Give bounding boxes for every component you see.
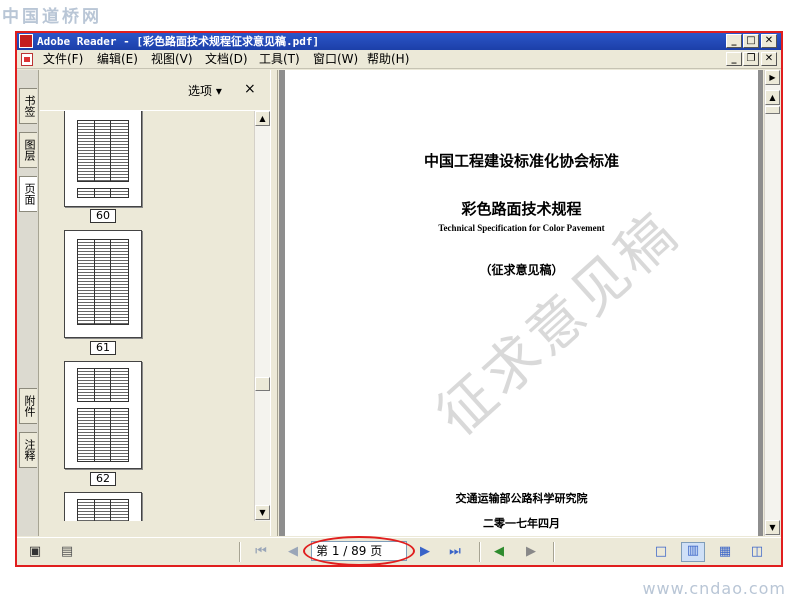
document-subtitle: Technical Specification for Color Paveme…: [438, 223, 605, 233]
chevron-down-icon: ▾: [215, 84, 222, 98]
doc-minimize-button[interactable]: _: [726, 52, 742, 66]
thumbnail-table: [77, 408, 129, 462]
draft-note: （征求意见稿）: [479, 263, 564, 277]
page-number-label: 62: [90, 472, 116, 486]
document-page: 中国工程建设标准化协会标准 彩色路面技术规程 Technical Specifi…: [285, 70, 758, 536]
document-scrollbar[interactable]: ▶ ▲ ▼: [764, 70, 780, 536]
menu-bar: 文件(F) 编辑(E) 视图(V) 文档(D) 工具(T) 窗口(W) 帮助(H…: [17, 50, 781, 69]
previous-page-button[interactable]: ◀: [285, 544, 301, 560]
menu-window[interactable]: 窗口(W): [311, 50, 360, 69]
page-thumbnail[interactable]: [64, 361, 142, 469]
thumbnail-table: [77, 120, 129, 182]
monitor-icon[interactable]: ▣: [27, 544, 43, 560]
issuing-institute: 交通运输部公路科学研究院: [455, 492, 588, 505]
continuous-icon[interactable]: ▥: [681, 542, 705, 562]
thumbnails-area: 60 61 62 ▲ ▼: [40, 110, 270, 554]
window-title: Adobe Reader - [彩色路面技术规程征求意见稿.pdf]: [37, 35, 320, 48]
site-logo: 中国道桥网: [2, 7, 102, 27]
issue-date: 二零一七年四月: [483, 517, 560, 530]
pages-panel: 选项 ▾ × 60 61 62 ▲ ▼: [40, 70, 270, 554]
menu-edit[interactable]: 编辑(E): [95, 50, 140, 69]
document-title: 彩色路面技术规程: [461, 200, 582, 218]
minimize-button[interactable]: _: [726, 34, 742, 48]
page-number-label: 60: [90, 209, 116, 223]
thumbnail-table: [77, 499, 129, 521]
navigation-tabs: 书签 图层 页面 附件 注释: [17, 70, 39, 536]
thumbnail-table: [77, 188, 129, 198]
panel-header: 选项 ▾ ×: [40, 70, 270, 106]
page-field-highlight: [303, 536, 415, 565]
separator: [479, 542, 480, 562]
separator: [239, 542, 240, 562]
menu-help[interactable]: 帮助(H): [365, 50, 411, 69]
menu-tools[interactable]: 工具(T): [257, 50, 302, 69]
standard-organization: 中国工程建设标准化协会标准: [423, 152, 619, 170]
status-bar: ▣ ▤ ⏮ ◀ 第 1 / 89 页 ▶ ⏭ ◀ ▶ □ ▥ ▦ ◫: [17, 536, 781, 565]
doc-close-button[interactable]: ✕: [761, 52, 777, 66]
doc-restore-button[interactable]: ❐: [743, 52, 759, 66]
menu-view[interactable]: 视图(V): [149, 50, 195, 69]
page-layout-icon[interactable]: ▤: [59, 544, 75, 560]
options-menu-button[interactable]: 选项 ▾: [188, 82, 222, 99]
go-back-icon[interactable]: ◀: [491, 544, 507, 560]
thumbnail-table: [77, 368, 129, 402]
page-thumbnail[interactable]: [64, 111, 142, 207]
document-scrollbar-area: ▶ ▲ ▼: [763, 70, 781, 536]
continuous-facing-icon[interactable]: ◫: [749, 544, 765, 560]
last-page-button[interactable]: ⏭: [447, 544, 463, 560]
tab-bookmarks[interactable]: 书签: [19, 88, 37, 124]
scroll-thumb[interactable]: [255, 377, 270, 391]
first-page-button[interactable]: ⏮: [253, 544, 269, 560]
page-thumbnail[interactable]: [64, 492, 142, 521]
go-forward-icon[interactable]: ▶: [523, 544, 539, 560]
tab-layers[interactable]: 图层: [19, 132, 37, 168]
document-pane: 中国工程建设标准化协会标准 彩色路面技术规程 Technical Specifi…: [279, 70, 763, 536]
thumbnail-list: 60 61 62: [40, 111, 254, 521]
menu-file[interactable]: 文件(F): [41, 50, 85, 69]
page-number-label: 61: [90, 341, 116, 355]
panel-close-button[interactable]: ×: [244, 81, 256, 97]
separator: [553, 542, 554, 562]
scroll-down-button[interactable]: ▼: [255, 505, 270, 520]
scroll-thumb[interactable]: [765, 106, 780, 114]
screenshot-root: 中国道桥网 Adobe Reader - [彩色路面技术规程征求意见稿.pdf]…: [0, 0, 800, 600]
page-thumbnail[interactable]: [64, 230, 142, 338]
pdf-document-icon[interactable]: [21, 53, 33, 66]
tab-pages[interactable]: 页面: [19, 176, 37, 212]
tab-comments[interactable]: 注释: [19, 432, 37, 468]
next-page-button[interactable]: ▶: [417, 544, 433, 560]
close-button[interactable]: ✕: [761, 34, 777, 48]
thumbnail-scrollbar[interactable]: ▲ ▼: [254, 111, 270, 521]
tab-attachments[interactable]: 附件: [19, 388, 37, 424]
thumbnail-table: [77, 239, 129, 325]
adobe-reader-icon: [19, 34, 33, 48]
single-page-icon[interactable]: □: [653, 544, 669, 560]
scroll-up-button[interactable]: ▲: [765, 90, 780, 105]
maximize-button[interactable]: □: [743, 34, 759, 48]
site-url: www.cndao.com: [642, 579, 786, 598]
title-bar[interactable]: Adobe Reader - [彩色路面技术规程征求意见稿.pdf] _ □ ✕: [17, 33, 781, 50]
facing-pages-icon[interactable]: ▦: [717, 544, 733, 560]
menu-document[interactable]: 文档(D): [203, 50, 250, 69]
scroll-up-button[interactable]: ▲: [255, 111, 270, 126]
adobe-reader-window: Adobe Reader - [彩色路面技术规程征求意见稿.pdf] _ □ ✕…: [17, 33, 781, 565]
panel-splitter[interactable]: [270, 70, 278, 536]
scroll-down-button[interactable]: ▼: [765, 520, 780, 535]
options-label: 选项: [188, 84, 213, 98]
expand-panel-button[interactable]: ▶: [765, 70, 780, 85]
